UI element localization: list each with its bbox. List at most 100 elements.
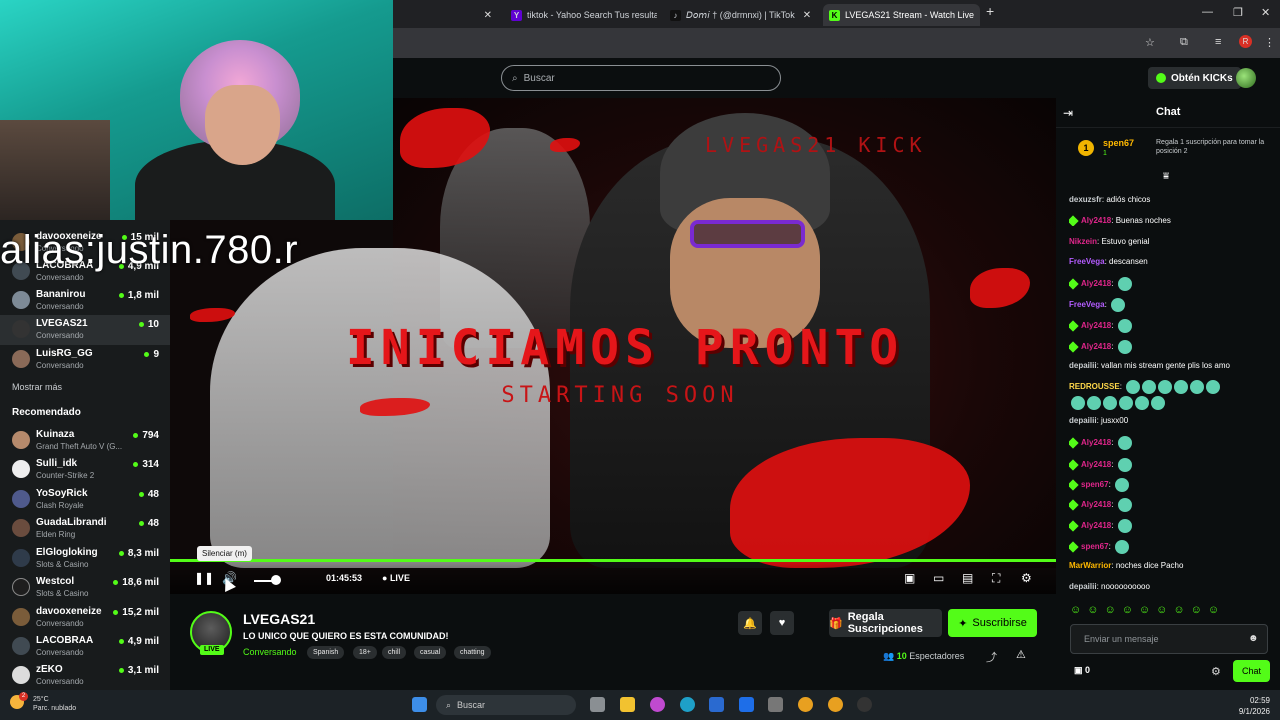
sidebar-item-lacobraa-rec[interactable]: LACOBRAA Conversando 4,9 mil: [0, 632, 170, 662]
chrome-icon[interactable]: [798, 697, 813, 712]
theater-mode-icon[interactable]: ▭: [933, 571, 944, 585]
chat-username[interactable]: Nikzein: [1069, 237, 1097, 246]
sidebar-item-yosoyrick[interactable]: YoSoyRick Clash Royale 48: [0, 485, 170, 515]
tag-chip[interactable]: casual: [414, 646, 447, 659]
chat-username[interactable]: depailii: [1069, 582, 1097, 591]
follow-heart-button[interactable]: ♥: [770, 611, 794, 635]
chat-username[interactable]: Aly2418: [1081, 500, 1111, 509]
send-chat-button[interactable]: Chat: [1233, 660, 1270, 682]
edge-icon[interactable]: [680, 697, 695, 712]
pause-icon[interactable]: ❚❚: [194, 571, 214, 585]
sidebar-item-luisrg[interactable]: LuisRG_GG Conversando 9: [0, 345, 170, 375]
extensions-icon[interactable]: ⧉: [1180, 36, 1188, 49]
copilot-icon[interactable]: [650, 697, 665, 712]
clip-icon[interactable]: ▣: [904, 571, 915, 585]
chat-username[interactable]: dexuzsfr: [1069, 195, 1102, 204]
fullscreen-icon[interactable]: ⛶: [992, 571, 1000, 586]
sidebar-item-zeko[interactable]: zEKO Conversando 3,1 mil: [0, 661, 170, 691]
browser-tab[interactable]: ✕: [393, 4, 498, 26]
settings-gear-icon[interactable]: ⚙: [1021, 571, 1032, 585]
minimize-icon[interactable]: —: [1202, 6, 1213, 18]
browser-menu-icon[interactable]: ⋮: [1264, 36, 1275, 49]
channel-name[interactable]: LVEGAS21: [243, 611, 315, 627]
subscriber-badge-icon: [1069, 278, 1079, 290]
task-view-icon[interactable]: [590, 697, 605, 712]
tag-chip[interactable]: chill: [382, 646, 407, 659]
sidebar-item-bananirou[interactable]: Bananirou Conversando 1,8 mil: [0, 286, 170, 316]
chat-username[interactable]: spen67: [1081, 542, 1109, 551]
collapse-chat-icon[interactable]: ⇥: [1063, 106, 1073, 120]
chat-username[interactable]: REDROUSSE: [1069, 382, 1120, 391]
subscriber-badge-icon: [1069, 479, 1079, 491]
channel-category: Elden Ring: [36, 530, 76, 539]
chat-username[interactable]: depailii: [1069, 416, 1097, 425]
chat-username[interactable]: MarWarrior: [1069, 561, 1111, 570]
avatar: [12, 519, 30, 537]
emoji-picker-icon[interactable]: ☻: [1248, 633, 1259, 644]
sidebar-item-guadalibrandi[interactable]: GuadaLibrandi Elden Ring 48: [0, 514, 170, 544]
search-input[interactable]: ⌕ Buscar: [501, 65, 781, 91]
windows-start-icon[interactable]: [412, 697, 427, 712]
get-kicks-button[interactable]: Obtén KICKs: [1148, 67, 1241, 89]
sidebar-item-kuinaza[interactable]: Kuinaza Grand Theft Auto V (G... 794: [0, 426, 170, 456]
system-clock[interactable]: 02:59 9/1/2026: [1239, 695, 1270, 717]
sidebar-item-westcol[interactable]: Westcol Slots & Casino 18,6 mil: [0, 573, 170, 603]
sidebar-item-elglogloking[interactable]: ElGlogloking Slots & Casino 8,3 mil: [0, 544, 170, 574]
profile-avatar[interactable]: R: [1239, 35, 1252, 48]
store-icon[interactable]: [709, 697, 724, 712]
chat-username[interactable]: Aly2418: [1081, 342, 1111, 351]
chrome-icon[interactable]: [828, 697, 843, 712]
close-window-icon[interactable]: ✕: [1261, 6, 1270, 19]
taskbar-search[interactable]: ⌕ Buscar: [436, 695, 576, 715]
chat-username[interactable]: Aly2418: [1081, 521, 1111, 530]
chat-username[interactable]: Aly2418: [1081, 321, 1111, 330]
browser-tab-kick[interactable]: K LVEGAS21 Stream - Watch Live 🔊 ✕: [823, 4, 980, 26]
share-icon[interactable]: ⤴: [986, 649, 997, 665]
chat-message-input[interactable]: Enviar un mensaje: [1070, 624, 1268, 654]
stream-category[interactable]: Conversando: [243, 647, 297, 657]
chat-username[interactable]: Aly2418: [1081, 279, 1111, 288]
channel-category: Counter-Strike 2: [36, 471, 95, 480]
chat-username[interactable]: spen67: [1081, 480, 1109, 489]
volume-slider-handle[interactable]: [271, 575, 281, 585]
browser-tab-tiktok[interactable]: ♪ 𝘋𝘰𝘮𝘪 † (@drmnxi) | TikTok ✕: [664, 4, 816, 26]
file-explorer-icon[interactable]: [620, 697, 635, 712]
app-icon[interactable]: [857, 697, 872, 712]
chat-username[interactable]: depailii: [1069, 361, 1097, 370]
chat-username[interactable]: FreeVega: [1069, 300, 1105, 309]
chat-settings-icon[interactable]: ⚙: [1211, 665, 1221, 678]
close-tab-icon[interactable]: ✕: [476, 10, 492, 21]
new-tab-button[interactable]: +: [986, 3, 994, 19]
pip-icon[interactable]: ▤: [962, 571, 973, 585]
sidebar-item-davooxeneize-rec[interactable]: davooxeneize Conversando 15,2 mil: [0, 603, 170, 633]
chat-message: Aly2418: Buenas noches: [1069, 215, 1274, 226]
emote-bar[interactable]: ☺☺☺☺☺☺☺☺☺: [1070, 604, 1225, 616]
live-indicator[interactable]: ● LIVE: [382, 573, 410, 583]
dropbox-icon[interactable]: [739, 697, 754, 712]
tag-chip[interactable]: Spanish: [307, 646, 345, 659]
tag-chip[interactable]: 18+: [353, 646, 377, 659]
gift-subs-button[interactable]: 🎁 Regala Suscripciones: [829, 609, 942, 637]
bookmark-star-icon[interactable]: ☆: [1145, 36, 1155, 49]
maximize-icon[interactable]: ❐: [1233, 6, 1243, 19]
sidebar-item-sulli[interactable]: Sulli_idk Counter-Strike 2 314: [0, 455, 170, 485]
close-tab-icon[interactable]: ✕: [795, 10, 811, 21]
channel-points[interactable]: ▣ 0: [1074, 665, 1090, 676]
browser-tab-yahoo[interactable]: Y tiktok - Yahoo Search Tus resulta ✕: [505, 4, 657, 26]
chat-filter-icon[interactable]: ⩸: [1163, 171, 1169, 182]
tag-chip[interactable]: chatting: [454, 646, 491, 659]
chat-username[interactable]: Aly2418: [1081, 438, 1111, 447]
chat-username[interactable]: Aly2418: [1081, 460, 1111, 469]
report-warning-icon[interactable]: ⚠: [1016, 648, 1026, 661]
notification-bell-button[interactable]: 🔔: [738, 611, 762, 635]
subscribe-button[interactable]: ✦ Suscribirse: [948, 609, 1037, 637]
chat-username[interactable]: Aly2418: [1081, 216, 1111, 225]
gift-leaderboard[interactable]: 1 spen67 1 Regala 1 suscripción para tom…: [1078, 136, 1273, 166]
app-icon[interactable]: [768, 697, 783, 712]
user-avatar[interactable]: [1236, 68, 1256, 88]
chat-username[interactable]: FreeVega: [1069, 257, 1105, 266]
show-more-link[interactable]: Mostrar más: [12, 382, 62, 392]
sidebar-item-lvegas21[interactable]: LVEGAS21 Conversando 10: [0, 315, 170, 345]
media-control-icon[interactable]: ≡: [1215, 36, 1221, 48]
chat-message: FreeVega: descansen: [1069, 256, 1274, 267]
